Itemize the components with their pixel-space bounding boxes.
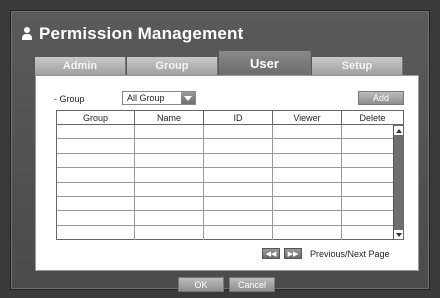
cancel-button[interactable]: Cancel xyxy=(229,277,275,292)
table-cell xyxy=(273,125,342,139)
table-row[interactable] xyxy=(57,125,403,140)
table-header: Group Name ID Viewer Delete xyxy=(57,111,403,125)
scroll-down-icon[interactable] xyxy=(394,230,403,239)
tab-group[interactable]: Group xyxy=(127,57,218,75)
table-cell xyxy=(135,139,204,153)
table-cell xyxy=(57,168,135,182)
user-icon xyxy=(21,27,33,41)
table-row[interactable] xyxy=(57,153,403,169)
column-header-name: Name xyxy=(135,111,204,124)
ok-button[interactable]: OK xyxy=(178,277,224,292)
scroll-up-icon[interactable] xyxy=(394,126,403,135)
column-header-delete: Delete xyxy=(359,112,386,123)
table-cell xyxy=(204,168,273,182)
column-header-id: ID xyxy=(204,111,273,124)
next-page-button[interactable]: ▶▶ xyxy=(284,248,302,259)
table-cell xyxy=(204,211,273,225)
table-cell xyxy=(135,153,204,168)
table-cell xyxy=(204,225,273,241)
table-cell xyxy=(57,139,135,153)
table-cell xyxy=(342,154,394,167)
tab-bar: Admin Group User Setup xyxy=(35,49,403,75)
tab-user[interactable]: User xyxy=(219,51,311,75)
table-cell xyxy=(342,226,394,240)
group-filter-value: All Group xyxy=(127,93,165,103)
table-cell xyxy=(342,183,394,196)
table-row[interactable] xyxy=(57,211,403,226)
permission-window: Permission Management Admin Group User S… xyxy=(10,10,430,292)
table-cell xyxy=(342,211,394,224)
table-cell xyxy=(57,125,135,139)
column-header-viewer: Viewer xyxy=(273,111,342,124)
table-cell xyxy=(342,125,394,138)
tab-admin[interactable]: Admin xyxy=(35,57,126,75)
table-cell xyxy=(135,168,204,182)
pager: ◀◀ ▶▶ Previous/Next Page xyxy=(262,248,390,259)
table-cell xyxy=(342,197,394,210)
table-row[interactable] xyxy=(57,196,403,212)
group-filter-select[interactable]: All Group xyxy=(122,91,196,105)
table-cell xyxy=(135,225,204,241)
pager-label: Previous/Next Page xyxy=(310,248,390,259)
table-row[interactable] xyxy=(57,139,403,154)
add-user-button[interactable]: Add xyxy=(358,91,404,105)
table-row[interactable] xyxy=(57,225,403,241)
table-body xyxy=(57,125,403,241)
table-cell xyxy=(273,211,342,225)
table-cell xyxy=(273,225,342,241)
table-cell xyxy=(342,139,394,152)
table-cell xyxy=(204,182,273,196)
user-table: Group Name ID Viewer Delete xyxy=(56,110,404,241)
previous-page-button[interactable]: ◀◀ xyxy=(262,248,280,259)
table-cell xyxy=(57,182,135,196)
table-cell xyxy=(57,225,135,241)
titlebar: Permission Management xyxy=(21,23,243,45)
table-cell xyxy=(204,139,273,153)
column-header-group: Group xyxy=(57,111,135,124)
table-cell xyxy=(273,153,342,168)
table-cell xyxy=(57,196,135,211)
table-cell xyxy=(342,168,394,181)
table-scrollbar[interactable] xyxy=(393,125,403,240)
chevron-down-icon[interactable] xyxy=(181,92,195,104)
table-cell xyxy=(57,153,135,168)
table-cell xyxy=(204,125,273,139)
table-cell xyxy=(204,196,273,211)
table-cell xyxy=(135,196,204,211)
tab-setup[interactable]: Setup xyxy=(312,57,403,75)
table-cell xyxy=(135,125,204,139)
table-cell xyxy=(135,182,204,196)
user-panel: - Group All Group Add Group Name ID View… xyxy=(35,75,419,271)
table-cell xyxy=(273,139,342,153)
table-cell xyxy=(204,153,273,168)
page-title: Permission Management xyxy=(39,24,244,43)
table-row[interactable] xyxy=(57,168,403,183)
group-filter-label: - Group xyxy=(54,94,85,104)
table-cell xyxy=(273,196,342,211)
table-cell xyxy=(273,182,342,196)
table-cell xyxy=(273,168,342,182)
table-cell xyxy=(57,211,135,225)
table-cell xyxy=(135,211,204,225)
table-row[interactable] xyxy=(57,182,403,197)
